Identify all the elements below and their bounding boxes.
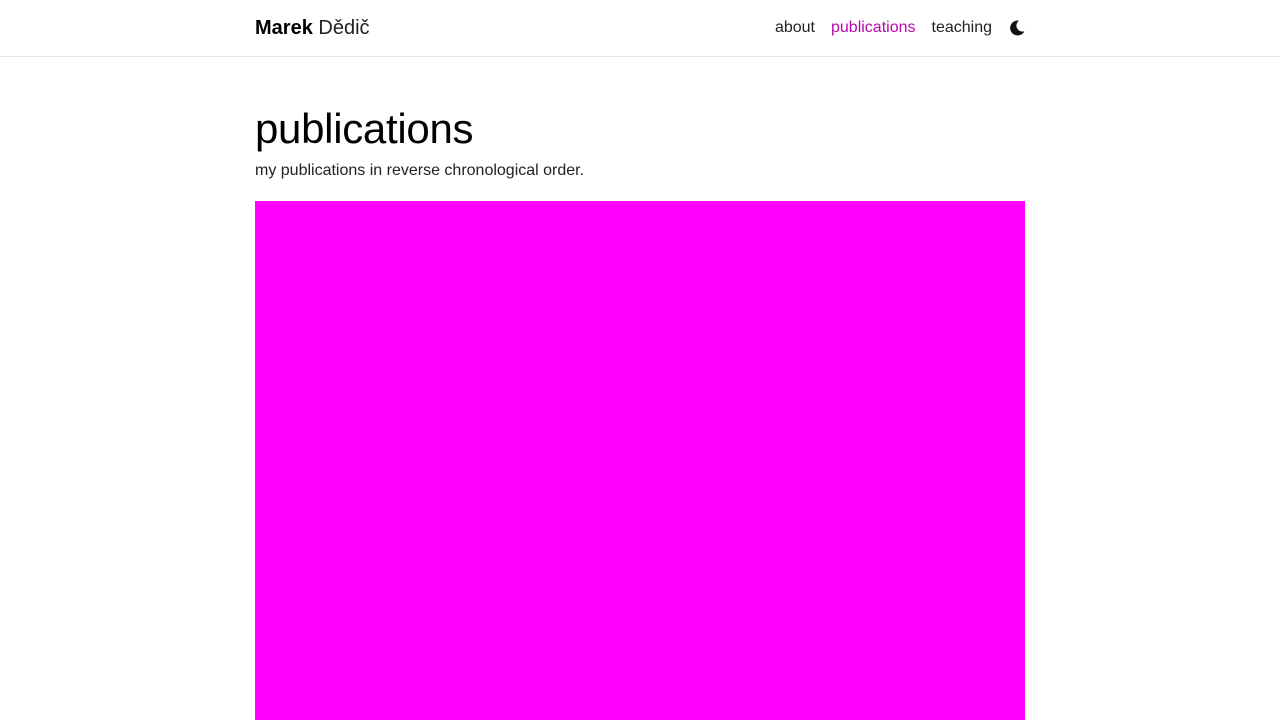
- publication-image-placeholder: [255, 201, 1025, 720]
- navbar: Marek Dědič about publications teaching: [0, 0, 1280, 57]
- brand-first-name: Marek: [255, 17, 313, 39]
- moon-icon: [1009, 20, 1024, 36]
- page-description: my publications in reverse chronological…: [255, 162, 585, 179]
- main-nav: about publications teaching: [759, 17, 1025, 39]
- nav-link-publications[interactable]: publications: [831, 17, 916, 39]
- main-content: publications my publications in reverse …: [255, 57, 1025, 182]
- brand-last-name: Dědič: [318, 17, 370, 39]
- site-brand-link[interactable]: Marek Dědič: [255, 15, 370, 41]
- page-title: publications: [255, 105, 474, 152]
- nav-link-teaching[interactable]: teaching: [932, 17, 993, 39]
- nav-link-about[interactable]: about: [775, 17, 815, 39]
- theme-toggle-button[interactable]: [1009, 19, 1025, 37]
